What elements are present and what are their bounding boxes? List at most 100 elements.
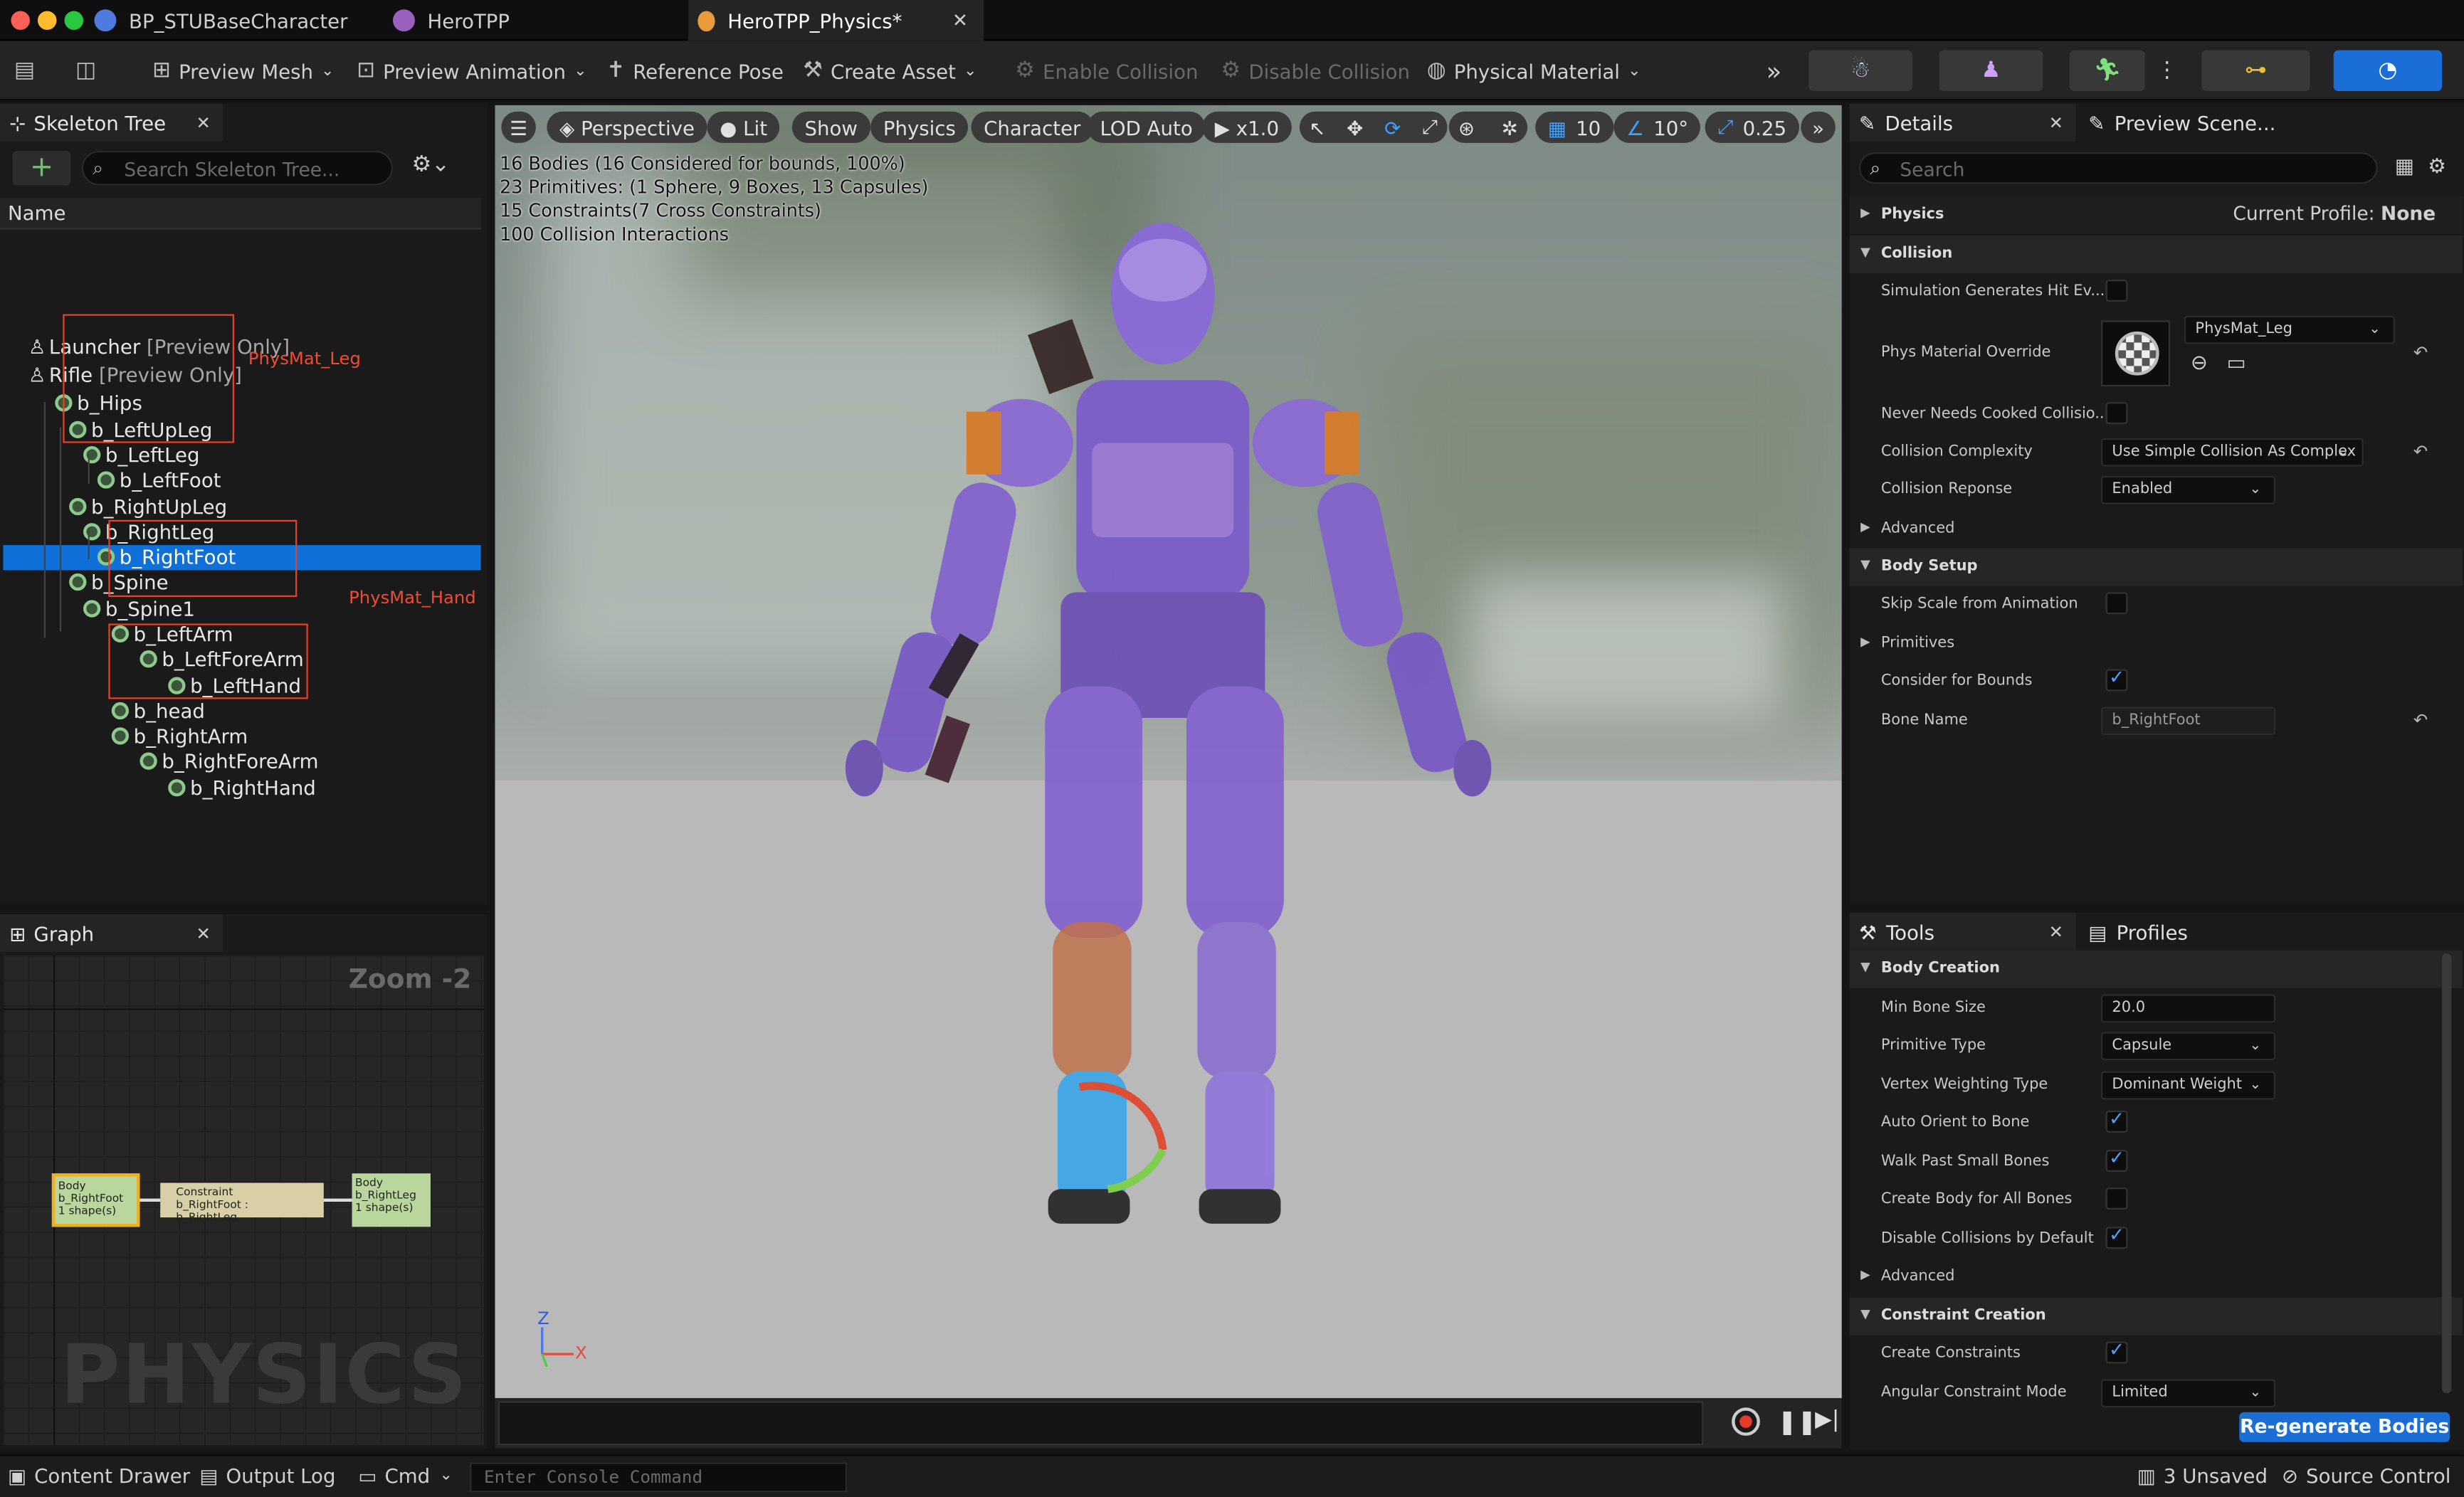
transform-tools[interactable]: ↖ ✥ ⟳ ⤢ [1299, 111, 1448, 143]
perspective-button[interactable]: ◈ Perspective [547, 111, 707, 143]
blueprint-mode-button[interactable]: ⊶ [2201, 50, 2310, 92]
skip-scale-checkbox[interactable] [2105, 592, 2128, 615]
disable-collision-button[interactable]: ⚙ Disable Collision [1221, 51, 1411, 91]
surface-snap-icon[interactable]: ⊛ [1458, 115, 1475, 139]
create-constraints-checkbox[interactable] [2105, 1338, 2128, 1364]
physical-material-button[interactable]: ◍ Physical Material ⌄ [1427, 51, 1641, 91]
unsaved-button[interactable]: ▥ 3 Unsaved [2137, 1464, 2268, 1488]
bone-row[interactable]: b_head [0, 699, 481, 724]
min-bone-size-input[interactable]: 20.0 [2100, 994, 2276, 1023]
snap-options[interactable]: ⊛ ✲ [1448, 111, 1528, 143]
source-control-button[interactable]: ⊘ Source Control [2282, 1464, 2451, 1488]
graph-canvas[interactable]: Zoom -2 Body b_RightFoot 1 shape(s) Cons… [3, 955, 485, 1446]
select-icon[interactable]: ↖ [1309, 115, 1325, 139]
never-cooked-checkbox[interactable] [2105, 402, 2128, 425]
translate-icon[interactable]: ✥ [1347, 115, 1363, 139]
physics-mode-button[interactable]: ◔ [2333, 50, 2443, 92]
tab-profiles[interactable]: ▤ Profiles [2088, 913, 2188, 951]
rotate-icon[interactable]: ⟳ [1384, 115, 1401, 139]
minimize-window-button[interactable] [37, 11, 57, 30]
tab-details[interactable]: ✎ Details ✕ [1849, 103, 2076, 142]
collision-complexity-dropdown[interactable]: Use Simple Collision As Complex ⌄ [2100, 438, 2364, 467]
bone-row[interactable]: b_LeftFoot [0, 468, 481, 493]
row-advanced-tools[interactable]: ▶ Advanced [1850, 1258, 2463, 1296]
expand-toolbar-icon[interactable]: » [1767, 51, 1782, 91]
close-tab-icon[interactable]: ✕ [2049, 112, 2063, 133]
bone-row[interactable]: b_RightHand [0, 776, 481, 801]
tools-scrollbar[interactable] [2442, 953, 2452, 1394]
tab-herotpp[interactable]: HeroTPP [392, 0, 675, 41]
collision-response-dropdown[interactable]: Enabled ⌄ [2100, 475, 2276, 504]
more-options-icon[interactable]: ⋮ [2156, 51, 2178, 91]
physics-button[interactable]: Physics [870, 111, 969, 143]
save-icon[interactable]: ▤ [14, 51, 43, 91]
viewport[interactable]: Z X ☰ ◈ Perspective ● Lit Show Physics Cha… [495, 105, 1842, 1398]
close-tab-icon[interactable]: ✕ [2049, 921, 2063, 942]
scale-icon[interactable]: ⤢ [1422, 115, 1438, 139]
reference-pose-button[interactable]: ✝ Reference Pose [606, 51, 784, 91]
angle-snap-button[interactable]: ∠ 10° [1613, 111, 1701, 143]
tab-graph[interactable]: ⊞ Graph ✕ [0, 914, 223, 952]
grid-snap-button[interactable]: ▦ 10 [1535, 111, 1613, 143]
world-local-icon[interactable]: ✲ [1502, 115, 1518, 139]
graph-node-body-rightfoot[interactable]: Body b_RightFoot 1 shape(s) [51, 1173, 140, 1227]
primitive-type-dropdown[interactable]: Capsule ⌄ [2100, 1032, 2276, 1061]
vertex-weighting-dropdown[interactable]: Dominant Weight ⌄ [2100, 1071, 2276, 1100]
section-constraint-creation[interactable]: ▼ Constraint Creation [1849, 1297, 2463, 1335]
animation-mode-button[interactable]: 🏃︎ [2069, 50, 2145, 92]
tab-preview-scene[interactable]: ✎ Preview Scene... [2088, 104, 2275, 142]
reset-arrow-icon[interactable]: ↶ [2413, 342, 2428, 363]
walk-past-checkbox[interactable] [2105, 1147, 2128, 1173]
tab-bp-stubasecharacter[interactable]: BP_STUBaseCharacter [94, 0, 377, 41]
consider-bounds-checkbox[interactable] [2105, 666, 2128, 692]
character-button[interactable]: Character [971, 111, 1094, 143]
cmd-dropdown[interactable]: ▭ Cmd ⌄ [358, 1464, 453, 1488]
maximize-window-button[interactable] [64, 11, 84, 30]
browse-icon[interactable]: ◫ [75, 51, 104, 91]
table-view-icon[interactable]: ▦ [2395, 156, 2414, 179]
section-physics[interactable]: ▶ Physics Current Profile: None [1849, 196, 2463, 234]
section-collision[interactable]: ▼ Collision [1849, 236, 2463, 274]
preview-animation-button[interactable]: ⊡ Preview Animation ⌄ [357, 51, 586, 91]
pause-icon[interactable]: ❚❚ [1777, 1407, 1817, 1436]
create-asset-button[interactable]: ⚒ Create Asset ⌄ [803, 51, 976, 91]
playback-speed-button[interactable]: ▶ x1.0 [1202, 111, 1292, 143]
reset-arrow-icon[interactable]: ↶ [2413, 710, 2428, 731]
output-log-button[interactable]: ▤ Output Log [199, 1464, 335, 1488]
character-preview[interactable] [495, 105, 1841, 1398]
viewport-more-button[interactable]: » [1801, 111, 1836, 143]
bone-row[interactable]: b_RightUpLeg [0, 494, 481, 519]
phys-material-dropdown[interactable]: PhysMat_Leg ⌄ [2184, 315, 2395, 344]
sim-hit-events-checkbox[interactable] [2105, 279, 2128, 302]
record-button[interactable] [1732, 1407, 1760, 1436]
use-selected-icon[interactable]: ⊖ [2191, 352, 2208, 376]
console-command-input[interactable]: Enter Console Command [470, 1462, 848, 1493]
step-forward-icon[interactable]: ▶| [1815, 1407, 1839, 1432]
preview-mesh-button[interactable]: ⊞ Preview Mesh ⌄ [152, 51, 334, 91]
tab-herotpp-physics[interactable]: HeroTPP_Physics* ✕ [688, 0, 984, 41]
show-button[interactable]: Show [791, 111, 870, 143]
content-drawer-button[interactable]: ▣ Content Drawer [8, 1464, 190, 1488]
section-body-setup[interactable]: ▼ Body Setup [1849, 548, 2463, 586]
skeleton-mode-button[interactable]: ☃ [1808, 50, 1913, 92]
reset-arrow-icon[interactable]: ↶ [2413, 441, 2428, 462]
timeline-track[interactable] [497, 1401, 1704, 1446]
bone-row[interactable]: b_RightArm [0, 724, 481, 749]
angular-mode-dropdown[interactable]: Limited ⌄ [2100, 1379, 2276, 1408]
row-primitives[interactable]: ▶ Primitives [1850, 625, 2463, 663]
disable-collisions-checkbox[interactable] [2105, 1224, 2128, 1249]
close-window-button[interactable] [11, 11, 30, 30]
close-tab-icon[interactable]: ✕ [952, 9, 968, 31]
section-body-creation[interactable]: ▼ Body Creation [1849, 950, 2463, 988]
regenerate-bodies-button[interactable]: Re-generate Bodies [2239, 1412, 2450, 1442]
lod-button[interactable]: LOD Auto [1087, 111, 1206, 143]
auto-orient-checkbox[interactable] [2105, 1107, 2128, 1133]
create-body-all-checkbox[interactable] [2105, 1187, 2128, 1210]
close-tab-icon[interactable]: ✕ [196, 923, 211, 943]
mesh-mode-button[interactable]: ♟ [1939, 50, 2043, 92]
tab-tools[interactable]: ⚒ Tools ✕ [1849, 912, 2076, 951]
bone-row[interactable]: b_LeftLeg [0, 443, 481, 468]
lit-button[interactable]: ● Lit [707, 111, 780, 143]
details-search-input[interactable]: ⌕ Search [1858, 152, 2378, 184]
row-advanced-collision[interactable]: ▶ Advanced [1850, 511, 2463, 549]
